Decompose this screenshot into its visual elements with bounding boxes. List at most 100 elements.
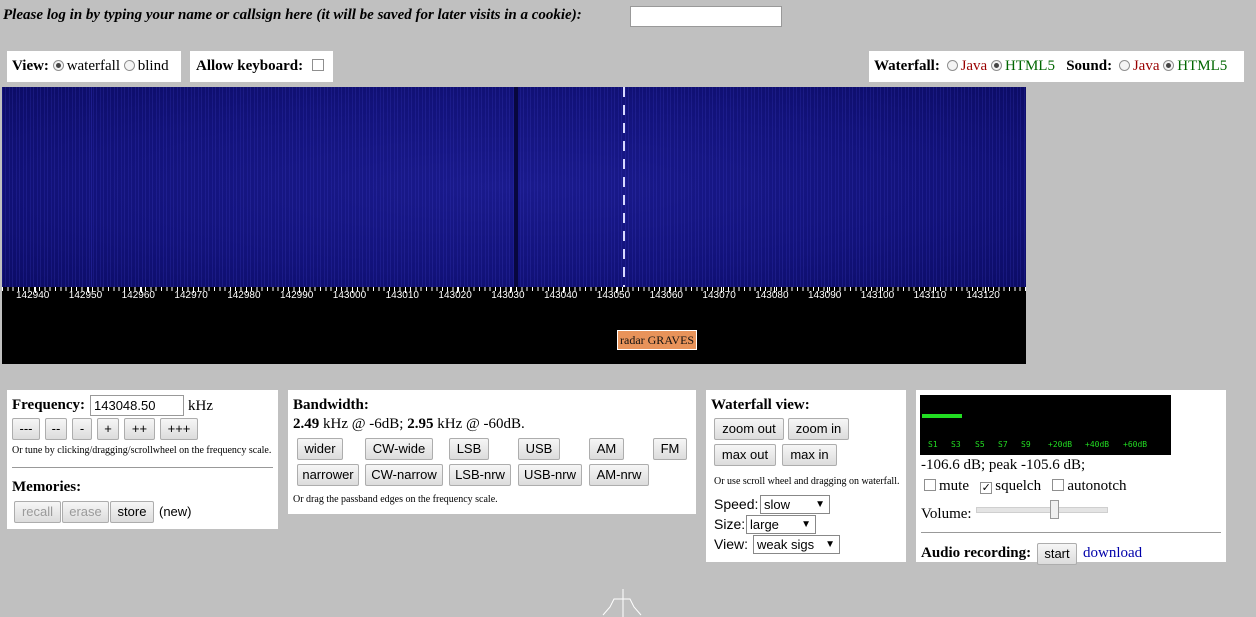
frequency-unit: kHz bbox=[188, 398, 213, 414]
keyboard-panel: Allow keyboard: bbox=[190, 51, 333, 82]
max-in-button[interactable]: max in bbox=[782, 444, 837, 466]
step-up-2-button[interactable]: ++ bbox=[124, 418, 155, 440]
usb-nrw-button[interactable]: USB-nrw bbox=[518, 464, 582, 486]
scale-major-tick bbox=[140, 287, 142, 293]
mode-panel: Waterfall: Java HTML5 Sound: Java HTML5 bbox=[869, 51, 1244, 82]
passband-shape[interactable] bbox=[602, 589, 642, 617]
memory-status: (new) bbox=[159, 504, 192, 519]
wf-view-select[interactable]: weak sigs ▼ bbox=[753, 535, 840, 554]
s-meter: S1 S3 S5 S7 S9 +20dB +40dB +60dB bbox=[920, 395, 1171, 455]
s-meter-scale-label: S3 bbox=[951, 440, 961, 449]
audio-recording-label: Audio recording: bbox=[921, 545, 1032, 561]
erase-button[interactable]: erase bbox=[62, 501, 109, 523]
scale-major-tick bbox=[457, 287, 459, 293]
download-link[interactable]: download bbox=[1083, 545, 1142, 562]
size-dropdown-icon: ▼ bbox=[801, 519, 811, 530]
waterfall-view-label: Waterfall view: bbox=[711, 397, 810, 413]
scale-major-tick bbox=[35, 287, 36, 293]
volume-slider-handle[interactable] bbox=[1050, 500, 1059, 519]
recall-button[interactable]: recall bbox=[14, 501, 61, 523]
narrower-button[interactable]: narrower bbox=[297, 464, 359, 486]
scale-major-tick bbox=[299, 287, 300, 293]
bandwidth-label: Bandwidth: bbox=[293, 397, 369, 413]
waterfall-view-hint: Or use scroll wheel and dragging on wate… bbox=[714, 476, 900, 487]
am-button[interactable]: AM bbox=[589, 438, 624, 460]
view-waterfall-label: waterfall bbox=[66, 58, 120, 74]
wider-button[interactable]: wider bbox=[297, 438, 343, 460]
scale-tick-label: 143030 bbox=[491, 290, 525, 301]
volume-label: Volume: bbox=[921, 506, 972, 522]
scale-tick-label: 142970 bbox=[174, 290, 208, 301]
login-prompt: Please log in by typing your name or cal… bbox=[3, 7, 582, 23]
frequency-panel: Frequency: kHz --- -- - + ++ +++ Or tune… bbox=[7, 390, 278, 529]
scale-tick-label: 143090 bbox=[808, 290, 842, 301]
mute-checkbox[interactable] bbox=[924, 479, 936, 491]
waterfall-display[interactable] bbox=[2, 87, 1026, 287]
s-meter-scale-label: S5 bbox=[975, 440, 985, 449]
frequency-hint: Or tune by clicking/dragging/scrollwheel… bbox=[12, 445, 272, 456]
sound-java-radio[interactable] bbox=[1118, 60, 1130, 71]
frequency-label: Frequency: bbox=[12, 397, 86, 413]
scale-major-tick bbox=[404, 287, 406, 293]
scale-tick-label: 143120 bbox=[966, 290, 1000, 301]
autonotch-label: autonotch bbox=[1067, 478, 1127, 494]
step-down-2-button[interactable]: -- bbox=[45, 418, 67, 440]
scale-major-tick bbox=[774, 287, 776, 293]
store-button[interactable]: store bbox=[110, 501, 154, 523]
zoom-in-button[interactable]: zoom in bbox=[788, 418, 849, 440]
scale-tick-label: 143080 bbox=[755, 290, 789, 301]
zoom-out-button[interactable]: zoom out bbox=[714, 418, 784, 440]
size-select[interactable]: large ▼ bbox=[746, 515, 816, 534]
speed-label: Speed: bbox=[714, 496, 759, 512]
am-nrw-button[interactable]: AM-nrw bbox=[589, 464, 649, 486]
waterfall-html5-radio[interactable] bbox=[990, 60, 1002, 71]
step-up-1-button[interactable]: + bbox=[97, 418, 119, 440]
usb-button[interactable]: USB bbox=[518, 438, 560, 460]
waterfall-java-label: Java bbox=[960, 58, 988, 74]
scale-tick-label: 143040 bbox=[544, 290, 578, 301]
scale-major-tick bbox=[985, 287, 987, 293]
step-down-1-button[interactable]: - bbox=[72, 418, 92, 440]
waterfall-html5-label: HTML5 bbox=[1004, 58, 1055, 74]
waterfall-graves-signal bbox=[623, 87, 625, 287]
frequency-input[interactable] bbox=[90, 395, 184, 416]
view-blind-radio[interactable] bbox=[123, 60, 135, 71]
scale-major-tick bbox=[193, 287, 195, 293]
speed-select[interactable]: slow ▼ bbox=[760, 495, 830, 514]
scale-tick-label: 143020 bbox=[438, 290, 472, 301]
scale-tick-label: 143100 bbox=[860, 290, 895, 301]
s-meter-scale-label: S7 bbox=[998, 440, 1008, 449]
s-meter-reading: -106.6 dB; peak -105.6 dB; bbox=[921, 457, 1086, 473]
cw-narrow-button[interactable]: CW-narrow bbox=[365, 464, 443, 486]
waterfall-java-radio[interactable] bbox=[946, 60, 958, 71]
s-meter-scale-label: +20dB bbox=[1048, 440, 1073, 449]
scale-tick-label: 143010 bbox=[385, 290, 419, 301]
scale-major-tick bbox=[668, 287, 670, 293]
volume-track[interactable] bbox=[976, 507, 1108, 513]
lsb-button[interactable]: LSB bbox=[449, 438, 489, 460]
wf-view-label: View: bbox=[714, 536, 748, 552]
sound-html5-radio[interactable] bbox=[1163, 60, 1175, 71]
callsign-input[interactable] bbox=[630, 6, 782, 27]
autonotch-checkbox[interactable] bbox=[1052, 479, 1065, 491]
scale-tick-label: 142980 bbox=[227, 290, 261, 301]
size-label: Size: bbox=[714, 516, 746, 532]
squelch-checkbox[interactable]: ✓ bbox=[980, 482, 993, 494]
memories-label: Memories: bbox=[12, 479, 82, 495]
lsb-nrw-button[interactable]: LSB-nrw bbox=[449, 464, 511, 486]
scale-major-tick bbox=[721, 287, 723, 293]
waterfall-faint-signal bbox=[91, 87, 92, 287]
view-blind-label: blind bbox=[137, 58, 169, 74]
cw-wide-button[interactable]: CW-wide bbox=[365, 438, 433, 460]
wf-view-dropdown-icon: ▼ bbox=[825, 539, 835, 550]
keyboard-checkbox[interactable] bbox=[311, 59, 324, 71]
view-waterfall-radio[interactable] bbox=[52, 60, 64, 71]
scale-tick-label: 143110 bbox=[913, 290, 947, 301]
max-out-button[interactable]: max out bbox=[714, 444, 776, 466]
step-up-3-button[interactable]: +++ bbox=[160, 418, 198, 440]
fm-button[interactable]: FM bbox=[653, 438, 687, 460]
audio-divider bbox=[921, 532, 1221, 533]
step-down-3-button[interactable]: --- bbox=[12, 418, 40, 440]
graves-label[interactable]: radar GRAVES bbox=[617, 330, 698, 350]
waterfall-dc-gap bbox=[514, 87, 518, 287]
